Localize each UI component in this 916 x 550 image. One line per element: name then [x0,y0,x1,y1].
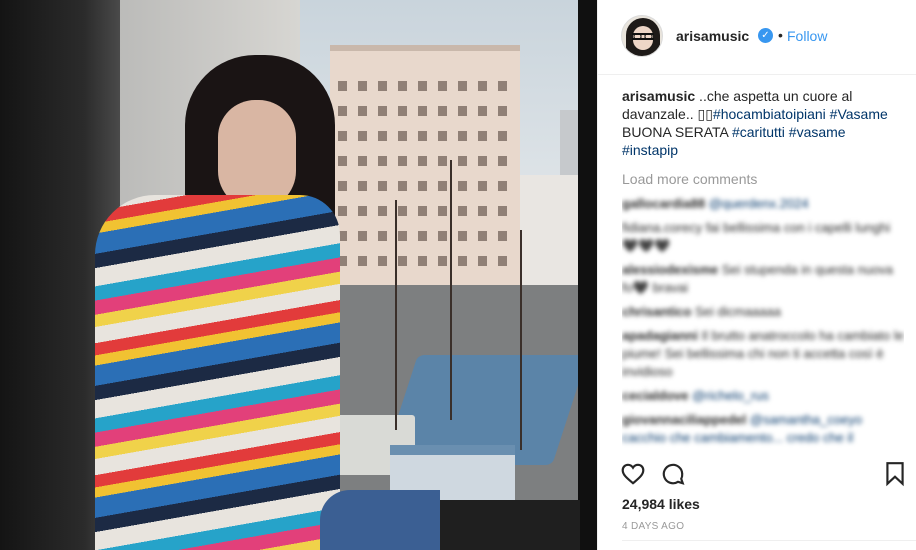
comment-username-link[interactable]: apadagianni [622,328,698,343]
comment-text: @querdenx.2024 [705,196,809,211]
verified-badge-icon: ✓ [758,28,773,43]
bookmark-icon[interactable] [884,461,912,489]
post-photo[interactable] [0,0,597,550]
follow-button[interactable]: Follow [787,28,827,44]
photo-tree [450,160,452,420]
photo-building-right [520,175,580,285]
comment-item: fidiana.corecy fai bellissima con i cape… [622,219,904,255]
comment-text: fidiana.corecy fai bellissima con i cape… [622,220,891,253]
comment-username-link[interactable]: chrisantico [622,304,691,319]
photo-person-face [218,100,296,210]
comment-item: cecialdove @richelo_rus [622,387,904,405]
photo-window-edge [578,0,597,550]
photo-person-jeans [320,490,440,550]
comments-section[interactable]: arisamusic ..che aspetta un cuore al dav… [622,87,904,457]
likes-count[interactable]: 24,984 likes [622,496,700,512]
hashtag-link[interactable]: #vasame [789,124,846,140]
post-side-panel: arisamusic ✓ • Follow arisamusic ..che a… [597,0,916,550]
hashtag-link[interactable]: #caritutti [732,124,785,140]
divider [622,540,916,541]
username-link[interactable]: arisamusic [676,28,749,44]
hashtag-link[interactable]: #Vasame [830,106,888,122]
hashtag-link[interactable]: #hocambiatoipiani [713,106,826,122]
comment-item: chrisantico Sei dicmaaaaa [622,303,904,321]
avatar[interactable] [621,15,663,57]
comment-text: Sei dicmaaaaa [691,304,781,319]
comment-item: alessiodexisme Sei stupenda in questa nu… [622,261,904,297]
heart-icon[interactable] [620,461,648,489]
photo-person-sweater [95,195,340,550]
comment-username-link[interactable]: cecialdove [622,388,689,403]
photo-apartment-building [330,45,520,300]
comment-username-link[interactable]: giovannaciliappedel [622,412,746,427]
comment-username-link[interactable]: gallocardia88 [622,196,705,211]
comment-username-link[interactable]: alessiodexisme [622,262,718,277]
load-more-comments-button[interactable]: Load more comments [622,171,904,187]
comment-bubble-icon[interactable] [660,461,688,489]
caption-username-link[interactable]: arisamusic [622,88,695,104]
comment-text: @richelo_rus [688,388,769,403]
caption-text: BUONA SERATA [622,124,732,140]
comment-item: giovannaciliappedel @samantha_coeyo cacc… [622,411,904,447]
photo-tree [395,200,397,430]
post-header: arisamusic ✓ • Follow [598,0,916,75]
comment-item: gallocardia88 @querdenx.2024 [622,195,904,213]
post-timestamp[interactable]: 4 DAYS AGO [622,521,684,532]
separator-dot: • [778,27,783,43]
post-action-bar [598,455,916,495]
post-caption: arisamusic ..che aspetta un cuore al dav… [622,87,904,159]
photo-tree [520,230,522,450]
caption-emoji: ▯▯ [697,106,713,122]
hashtag-link[interactable]: #instapip [622,142,678,158]
comment-item: apadagianni Il brutto anatroccolo ha cam… [622,327,904,381]
comment-list: gallocardia88 @querdenx.2024 fidiana.cor… [622,195,904,447]
